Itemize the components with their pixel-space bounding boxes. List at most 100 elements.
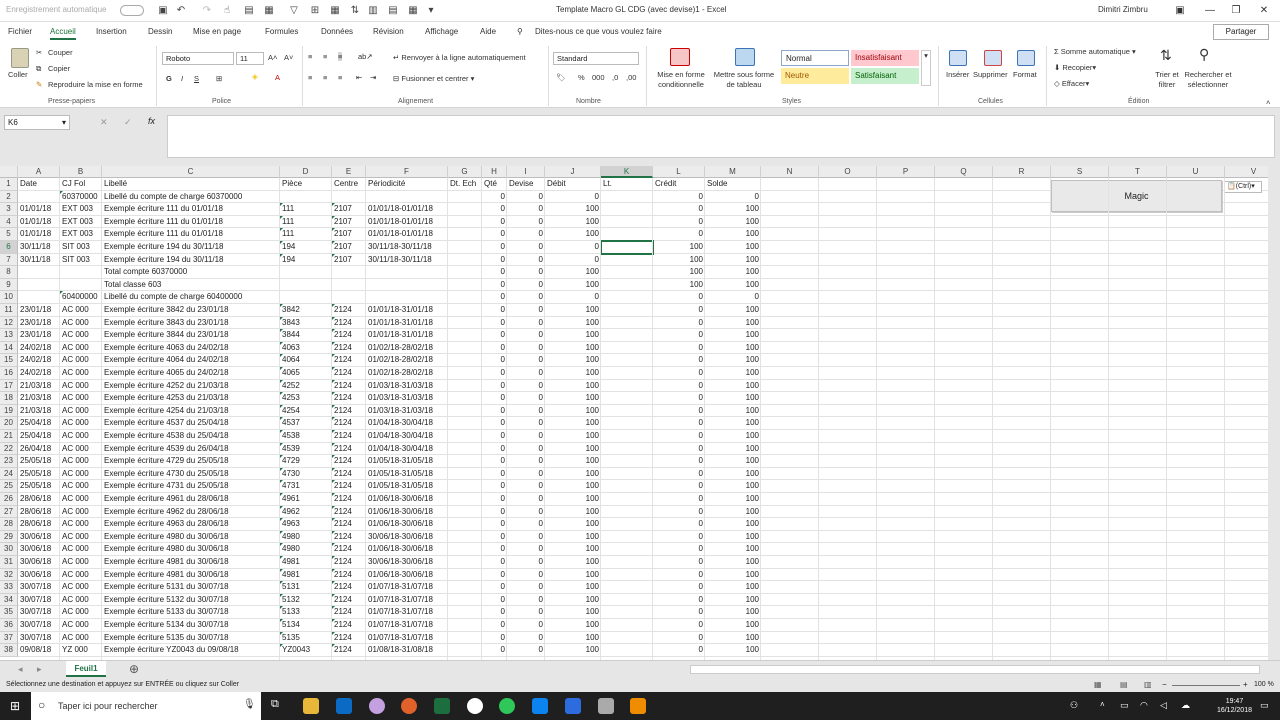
cell-h19[interactable]: 0 — [482, 405, 507, 418]
cell-c17[interactable]: Exemple écriture 4252 du 21/03/18 — [102, 380, 280, 393]
cell-k16[interactable] — [601, 367, 653, 380]
name-box[interactable]: K6 ▾ — [4, 115, 70, 130]
cell-m33[interactable]: 100 — [705, 581, 761, 594]
cell-f37[interactable]: 01/07/18-31/07/18 — [366, 632, 448, 645]
cell-e11[interactable]: 2124 — [332, 304, 366, 317]
vlc-icon[interactable] — [630, 698, 646, 714]
cell-j21[interactable]: 100 — [545, 430, 601, 443]
decrease-decimal-icon[interactable]: ,00 — [626, 73, 636, 82]
cell-j30[interactable]: 100 — [545, 543, 601, 556]
column-header-e[interactable]: E — [332, 166, 366, 178]
column-header-m[interactable]: M — [705, 166, 761, 178]
cell-d5[interactable]: 111 — [280, 228, 332, 241]
cell-g33[interactable] — [448, 581, 482, 594]
cell-j6[interactable]: 0 — [545, 241, 601, 254]
cell-i9[interactable]: 0 — [507, 279, 545, 292]
bold-icon[interactable]: G — [166, 74, 172, 83]
cell-h2[interactable]: 0 — [482, 191, 507, 204]
zoom-slider[interactable] — [1172, 685, 1240, 686]
cell-b24[interactable]: AC 000 — [60, 468, 102, 481]
cell-j5[interactable]: 100 — [545, 228, 601, 241]
cell-h35[interactable]: 0 — [482, 606, 507, 619]
cell-k23[interactable] — [601, 455, 653, 468]
cell-j18[interactable]: 100 — [545, 392, 601, 405]
task-view-icon[interactable]: ⧉ — [271, 698, 287, 714]
column-header-l[interactable]: L — [653, 166, 705, 178]
cell-d36[interactable]: 5134 — [280, 619, 332, 632]
column-header-o[interactable]: O — [819, 166, 877, 178]
cell-d29[interactable]: 4980 — [280, 530, 332, 544]
row-header-31[interactable]: 31 — [0, 556, 18, 569]
cell-b15[interactable]: AC 000 — [60, 354, 102, 367]
cell-j32[interactable]: 100 — [545, 569, 601, 582]
style-normal[interactable]: Normal — [781, 50, 849, 66]
cell-g1[interactable]: Dt. Ech — [448, 178, 482, 191]
page-break-icon[interactable]: ▥ — [1144, 680, 1152, 689]
microphone-icon[interactable]: 🎙 — [243, 699, 256, 710]
cell-h22[interactable]: 0 — [482, 443, 507, 456]
cell-d9[interactable] — [280, 279, 332, 292]
column-header-f[interactable]: F — [366, 166, 448, 178]
row-header-22[interactable]: 22 — [0, 442, 18, 456]
undo-icon[interactable]: ↶ — [174, 4, 188, 17]
tell-me-input[interactable]: Dites-nous ce que vous voulez faire — [535, 27, 662, 36]
cell-c7[interactable]: Exemple écriture 194 du 30/11/18 — [102, 254, 280, 267]
cell-m20[interactable]: 100 — [705, 417, 761, 430]
cell-l38[interactable]: 0 — [653, 644, 705, 657]
cell-d38[interactable]: YZ0043 — [280, 644, 332, 657]
zoom-in-icon[interactable]: + — [1243, 680, 1248, 689]
wifi-icon[interactable]: ◠ — [1140, 700, 1148, 711]
cell-a24[interactable]: 25/05/18 — [18, 468, 60, 481]
cell-i15[interactable]: 0 — [507, 354, 545, 367]
cell-k32[interactable] — [601, 569, 653, 582]
cell-i35[interactable]: 0 — [507, 606, 545, 619]
cell-k12[interactable] — [601, 317, 653, 330]
cell-a34[interactable]: 30/07/18 — [18, 594, 60, 607]
cell-c20[interactable]: Exemple écriture 4537 du 25/04/18 — [102, 417, 280, 430]
cell-g11[interactable] — [448, 304, 482, 317]
cell-h12[interactable]: 0 — [482, 317, 507, 330]
insert-cells-button[interactable]: Insérer — [946, 70, 969, 79]
cell-l2[interactable]: 0 — [653, 191, 705, 204]
cell-l37[interactable]: 0 — [653, 632, 705, 645]
whatsapp-icon[interactable] — [499, 698, 515, 714]
cell-m14[interactable]: 100 — [705, 342, 761, 355]
cell-h34[interactable]: 0 — [482, 594, 507, 607]
cell-b28[interactable]: AC 000 — [60, 518, 102, 531]
cell-e15[interactable]: 2124 — [332, 354, 366, 367]
redo-icon[interactable]: ↷ — [200, 4, 214, 17]
cell-h37[interactable]: 0 — [482, 632, 507, 645]
cell-l26[interactable]: 0 — [653, 493, 705, 506]
cell-k10[interactable] — [601, 291, 653, 304]
cell-d15[interactable]: 4064 — [280, 354, 332, 367]
cell-j27[interactable]: 100 — [545, 506, 601, 519]
cell-e5[interactable]: 2107 — [332, 228, 366, 241]
cell-a21[interactable]: 25/04/18 — [18, 430, 60, 443]
cell-j34[interactable]: 100 — [545, 594, 601, 607]
cell-g36[interactable] — [448, 619, 482, 632]
cell-b34[interactable]: AC 000 — [60, 594, 102, 607]
cell-g32[interactable] — [448, 569, 482, 582]
cell-a26[interactable]: 28/06/18 — [18, 493, 60, 506]
row-header-5[interactable]: 5 — [0, 228, 18, 241]
cell-c19[interactable]: Exemple écriture 4254 du 21/03/18 — [102, 405, 280, 418]
style-bad[interactable]: Insatisfaisant — [851, 50, 919, 66]
cell-e13[interactable]: 2124 — [332, 329, 366, 342]
cell-d26[interactable]: 4961 — [280, 493, 332, 506]
cell-i29[interactable]: 0 — [507, 531, 545, 544]
zoom-out-icon[interactable]: − — [1162, 680, 1167, 689]
orientation-icon[interactable]: ab↗ — [358, 52, 373, 61]
cell-k1[interactable]: Lt. — [601, 178, 653, 191]
cell-a3[interactable]: 01/01/18 — [18, 203, 60, 216]
cell-m34[interactable]: 100 — [705, 594, 761, 607]
cell-c36[interactable]: Exemple écriture 5134 du 30/07/18 — [102, 619, 280, 632]
format-painter-button[interactable]: Reproduire la mise en forme — [48, 80, 143, 89]
cell-e23[interactable]: 2124 — [332, 455, 366, 468]
cell-g13[interactable] — [448, 329, 482, 342]
cell-e35[interactable]: 2124 — [332, 606, 366, 619]
app-b-icon[interactable] — [565, 698, 581, 714]
cell-f32[interactable]: 01/06/18-30/06/18 — [366, 569, 448, 582]
cell-e17[interactable]: 2124 — [332, 379, 366, 393]
align-bottom-icon[interactable]: ≡ — [338, 52, 343, 61]
cell-b16[interactable]: AC 000 — [60, 367, 102, 380]
